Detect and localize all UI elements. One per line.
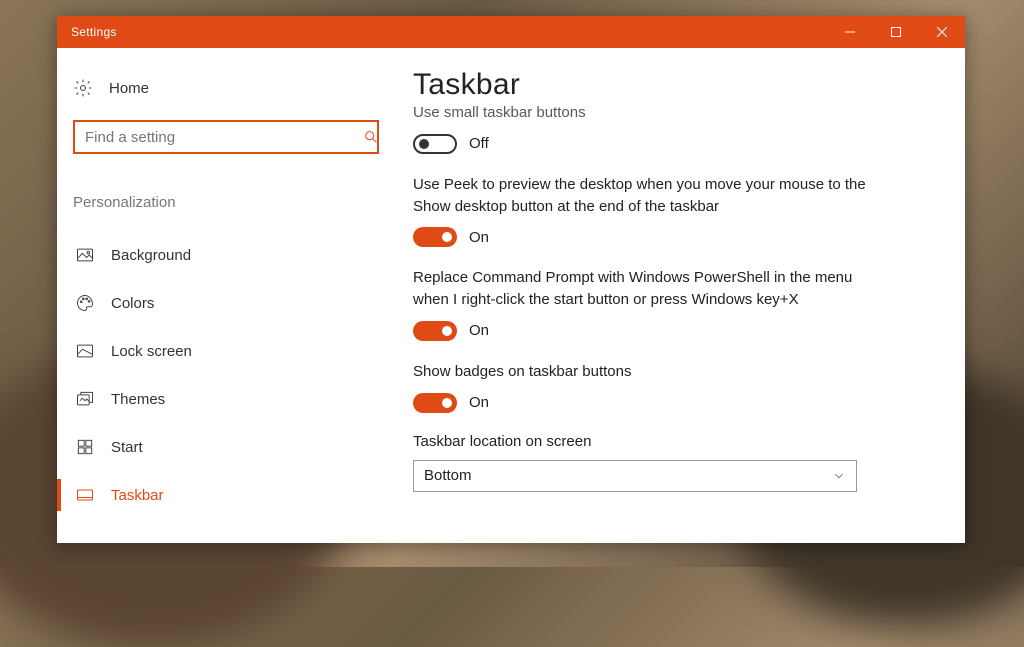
- sidebar-item-label: Start: [111, 439, 143, 456]
- toggle-small-buttons[interactable]: [413, 134, 457, 154]
- option-powershell: Replace Command Prompt with Windows Powe…: [413, 267, 921, 341]
- window-body: Home Personalization Background Colors L…: [57, 48, 965, 543]
- taskbar-location-select[interactable]: Bottom: [413, 460, 857, 492]
- image-icon: [75, 245, 95, 265]
- taskbar-icon: [75, 485, 95, 505]
- lockscreen-icon: [75, 341, 95, 361]
- option-label: Replace Command Prompt with Windows Powe…: [413, 267, 883, 311]
- sidebar-item-label: Background: [111, 247, 191, 264]
- sidebar-item-label: Lock screen: [111, 343, 192, 360]
- sidebar: Home Personalization Background Colors L…: [57, 48, 407, 543]
- toggle-knob: [442, 326, 452, 336]
- toggle-badges[interactable]: [413, 393, 457, 413]
- toggle-row: On: [413, 393, 921, 413]
- toggle-powershell[interactable]: [413, 321, 457, 341]
- sidebar-item-background[interactable]: Background: [73, 231, 391, 279]
- toggle-knob: [419, 139, 429, 149]
- toggle-row: On: [413, 321, 921, 341]
- sidebar-item-taskbar[interactable]: Taskbar: [73, 471, 391, 519]
- toggle-use-peek[interactable]: [413, 227, 457, 247]
- sidebar-item-start[interactable]: Start: [73, 423, 391, 471]
- toggle-state: Off: [469, 135, 489, 152]
- option-small-buttons: Use small taskbar buttons Off: [413, 102, 921, 154]
- minimize-button[interactable]: [827, 16, 873, 48]
- dropdown-label: Taskbar location on screen: [413, 433, 921, 450]
- toggle-state: On: [469, 229, 489, 246]
- toggle-knob: [442, 232, 452, 242]
- maximize-icon: [891, 27, 901, 37]
- option-label: Show badges on taskbar buttons: [413, 361, 883, 383]
- search-input[interactable]: [73, 120, 379, 154]
- search-container: [73, 120, 391, 154]
- close-button[interactable]: [919, 16, 965, 48]
- option-use-peek: Use Peek to preview the desktop when you…: [413, 174, 921, 248]
- toggle-state: On: [469, 322, 489, 339]
- window-controls: [827, 16, 965, 48]
- gear-icon: [73, 78, 93, 98]
- maximize-button[interactable]: [873, 16, 919, 48]
- sidebar-item-lock-screen[interactable]: Lock screen: [73, 327, 391, 375]
- sidebar-item-colors[interactable]: Colors: [73, 279, 391, 327]
- settings-window: Settings Home: [57, 16, 965, 543]
- sidebar-home[interactable]: Home: [73, 74, 391, 102]
- option-label: Use small taskbar buttons: [413, 102, 883, 124]
- close-icon: [937, 27, 947, 37]
- chevron-down-icon: [832, 469, 846, 483]
- main-panel: Taskbar Use small taskbar buttons Off Us…: [407, 48, 965, 543]
- page-title: Taskbar: [413, 68, 921, 102]
- option-label: Use Peek to preview the desktop when you…: [413, 174, 883, 218]
- sidebar-item-label: Colors: [111, 295, 154, 312]
- select-value: Bottom: [424, 467, 472, 484]
- palette-icon: [75, 293, 95, 313]
- toggle-row: On: [413, 227, 921, 247]
- toggle-row: Off: [413, 134, 921, 154]
- sidebar-item-label: Taskbar: [111, 487, 164, 504]
- sidebar-item-label: Themes: [111, 391, 165, 408]
- sidebar-item-themes[interactable]: Themes: [73, 375, 391, 423]
- sidebar-home-label: Home: [109, 80, 149, 97]
- themes-icon: [75, 389, 95, 409]
- sidebar-section-title: Personalization: [73, 194, 391, 211]
- window-title: Settings: [71, 25, 117, 39]
- start-icon: [75, 437, 95, 457]
- option-badges: Show badges on taskbar buttons On: [413, 361, 921, 413]
- toggle-knob: [442, 398, 452, 408]
- toggle-state: On: [469, 394, 489, 411]
- titlebar: Settings: [57, 16, 965, 48]
- minimize-icon: [845, 27, 855, 37]
